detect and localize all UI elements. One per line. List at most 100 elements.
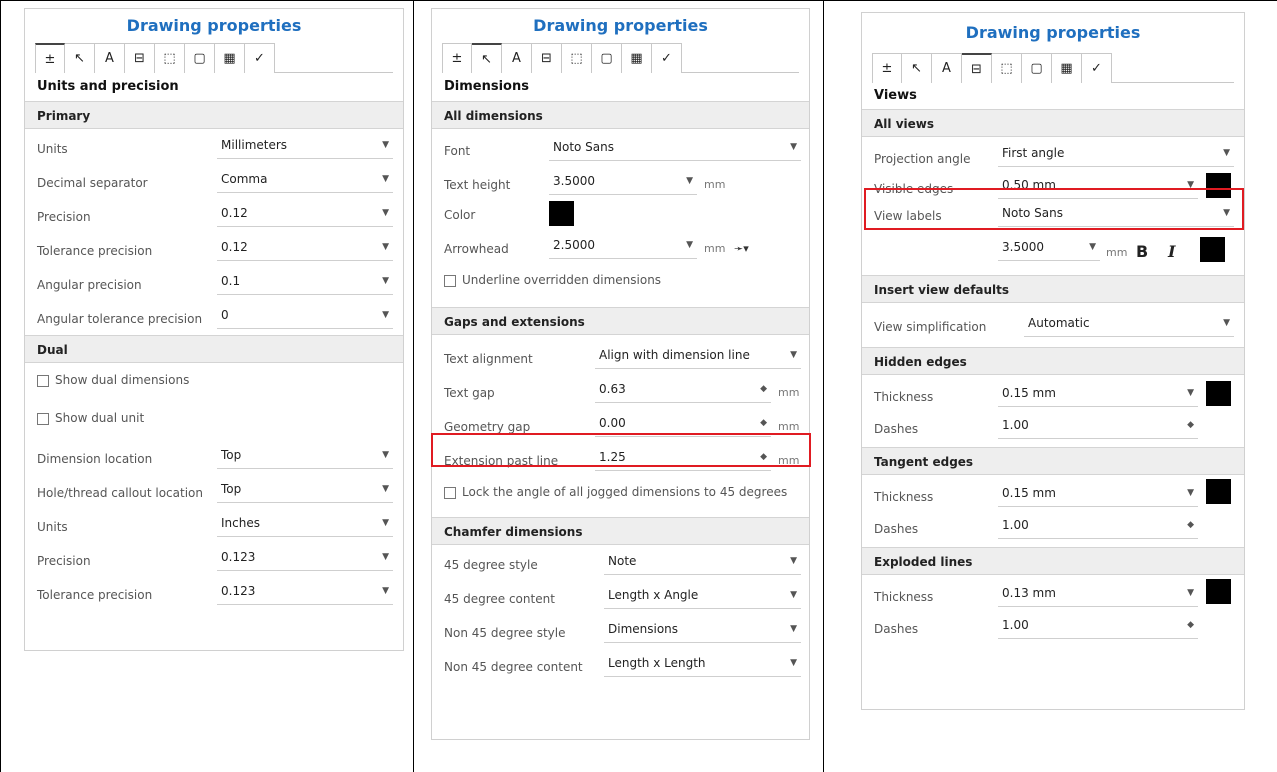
setting-select[interactable]: Note ▼ — [604, 551, 801, 575]
stepper-icon[interactable]: ◆ — [760, 384, 767, 394]
annotations-icon: ⬚ — [1000, 61, 1013, 76]
tab-check[interactable]: ✓ — [652, 43, 682, 73]
text-gap-input[interactable]: 0.63 ◆ — [595, 379, 771, 403]
setting-row: Hole/thread callout location Top ▼ — [25, 473, 403, 507]
tab-border[interactable]: ▢ — [185, 43, 215, 73]
setting-label: Non 45 degree content — [444, 660, 583, 674]
tab-views[interactable]: ⊟ — [532, 43, 562, 73]
hidden-dashes-input[interactable]: 1.00 ◆ — [998, 415, 1198, 439]
annotations-icon: ⬚ — [570, 51, 583, 66]
tangent-thickness-select[interactable]: 0.15 mm ▼ — [998, 483, 1198, 507]
checkbox-box[interactable] — [444, 487, 456, 499]
show-dual-unit-checkbox[interactable]: Show dual unit — [25, 401, 403, 439]
setting-select[interactable]: Top ▼ — [217, 479, 393, 503]
view-labels-style-row: 3.5000 ▼ mm B I — [862, 235, 1244, 267]
tab-annotations[interactable]: ⬚ — [992, 53, 1022, 83]
check-icon: ✓ — [661, 51, 672, 66]
tab-arrow-dimension[interactable]: ↖ — [472, 43, 502, 73]
tab-text[interactable]: A — [502, 43, 532, 73]
exploded-thickness-select[interactable]: 0.13 mm ▼ — [998, 583, 1198, 607]
stepper-icon[interactable]: ◆ — [1187, 420, 1194, 430]
hidden-edges-color-swatch[interactable] — [1206, 381, 1231, 406]
color-row: Color — [432, 199, 809, 229]
tab-table[interactable]: ▦ — [215, 43, 245, 73]
text-alignment-select[interactable]: Align with dimension line ▼ — [595, 345, 801, 369]
arrowhead-select[interactable]: 2.5000 ▼ — [549, 235, 697, 259]
checkbox-box[interactable] — [444, 275, 456, 287]
setting-label: Precision — [37, 554, 91, 568]
setting-label: 45 degree content — [444, 592, 555, 606]
view-labels-size-select[interactable]: 3.5000 ▼ — [998, 237, 1100, 261]
chevron-down-icon: ▼ — [382, 174, 389, 184]
projection-angle-select[interactable]: First angle ▼ — [998, 143, 1234, 167]
group-all-views: All views — [862, 109, 1244, 137]
chevron-down-icon: ▼ — [686, 240, 693, 250]
tab-arrow-dimension[interactable]: ↖ — [65, 43, 95, 73]
bold-button[interactable]: B — [1136, 242, 1148, 261]
hidden-thickness-select[interactable]: 0.15 mm ▼ — [998, 383, 1198, 407]
setting-select[interactable]: Top ▼ — [217, 445, 393, 469]
color-swatch[interactable] — [549, 201, 574, 226]
table-icon: ▦ — [630, 51, 643, 66]
tab-units[interactable]: ± — [442, 43, 472, 73]
projection-angle-row: Projection angle First angle ▼ — [862, 137, 1244, 171]
checkbox-label: Show dual dimensions — [55, 373, 190, 387]
checkbox-box[interactable] — [37, 375, 49, 387]
stepper-icon[interactable]: ◆ — [1187, 520, 1194, 530]
setting-value: Length x Length — [608, 656, 706, 670]
stepper-icon[interactable]: ◆ — [1187, 620, 1194, 630]
setting-select[interactable]: Millimeters ▼ — [217, 135, 393, 159]
tab-border[interactable]: ▢ — [1022, 53, 1052, 83]
view-simplification-select[interactable]: Automatic ▼ — [1024, 313, 1234, 337]
tab-views[interactable]: ⊟ — [962, 53, 992, 83]
tab-annotations[interactable]: ⬚ — [562, 43, 592, 73]
border-icon: ▢ — [193, 51, 206, 66]
tab-views[interactable]: ⊟ — [125, 43, 155, 73]
drawing-properties-panel-units: Drawing properties ± ↖ A ⊟ ⬚ ▢ ▦ ✓ Units and pr… — [24, 8, 404, 651]
tangent-dashes-input[interactable]: 1.00 ◆ — [998, 515, 1198, 539]
setting-select[interactable]: 0.123 ▼ — [217, 547, 393, 571]
arrowhead-unit: mm — [704, 242, 726, 255]
tab-text[interactable]: A — [95, 43, 125, 73]
exploded-dashes-input[interactable]: 1.00 ◆ — [998, 615, 1198, 639]
tangent-edges-color-swatch[interactable] — [1206, 479, 1231, 504]
tab-check[interactable]: ✓ — [245, 43, 275, 73]
group-dual: Dual — [25, 335, 403, 363]
setting-select[interactable]: Dimensions ▼ — [604, 619, 801, 643]
setting-value: Length x Angle — [608, 588, 699, 602]
tab-units[interactable]: ± — [35, 43, 65, 73]
setting-select[interactable]: Inches ▼ — [217, 513, 393, 537]
italic-button[interactable]: I — [1168, 242, 1175, 261]
tab-table[interactable]: ▦ — [622, 43, 652, 73]
setting-select[interactable]: Comma ▼ — [217, 169, 393, 193]
setting-select[interactable]: 0.12 ▼ — [217, 203, 393, 227]
arrowhead-row: Arrowhead 2.5000 ▼ mm ➛▾ — [432, 229, 809, 263]
checkbox-box[interactable] — [37, 413, 49, 425]
font-select[interactable]: Noto Sans ▼ — [549, 137, 801, 161]
setting-select[interactable]: Length x Length ▼ — [604, 653, 801, 677]
setting-select[interactable]: Length x Angle ▼ — [604, 585, 801, 609]
stepper-icon[interactable]: ◆ — [760, 418, 767, 428]
setting-select[interactable]: 0 ▼ — [217, 305, 393, 329]
text-height-select[interactable]: 3.5000 ▼ — [549, 171, 697, 195]
tab-text[interactable]: A — [932, 53, 962, 83]
underline-overridden-checkbox[interactable]: Underline overridden dimensions — [432, 263, 809, 303]
tab-annotations[interactable]: ⬚ — [155, 43, 185, 73]
view-labels-color-swatch[interactable] — [1200, 237, 1225, 262]
tab-border[interactable]: ▢ — [592, 43, 622, 73]
tab-check[interactable]: ✓ — [1082, 53, 1112, 83]
setting-select[interactable]: 0.123 ▼ — [217, 581, 393, 605]
tab-bar: ± ↖ A ⊟ ⬚ ▢ ▦ ✓ — [442, 43, 799, 73]
text-icon: A — [512, 51, 521, 66]
exploded-lines-color-swatch[interactable] — [1206, 579, 1231, 604]
show-dual-dimensions-checkbox[interactable]: Show dual dimensions — [25, 363, 403, 401]
tab-units[interactable]: ± — [872, 53, 902, 83]
setting-select[interactable]: 0.12 ▼ — [217, 237, 393, 261]
tab-table[interactable]: ▦ — [1052, 53, 1082, 83]
lock-jogged-angle-checkbox[interactable]: Lock the angle of all jogged dimensions … — [432, 475, 809, 513]
setting-value: 0 — [221, 308, 229, 322]
tab-arrow-dimension[interactable]: ↖ — [902, 53, 932, 83]
arrowhead-style-icon[interactable]: ➛▾ — [734, 242, 749, 255]
font-value: Noto Sans — [553, 140, 615, 154]
setting-select[interactable]: 0.1 ▼ — [217, 271, 393, 295]
